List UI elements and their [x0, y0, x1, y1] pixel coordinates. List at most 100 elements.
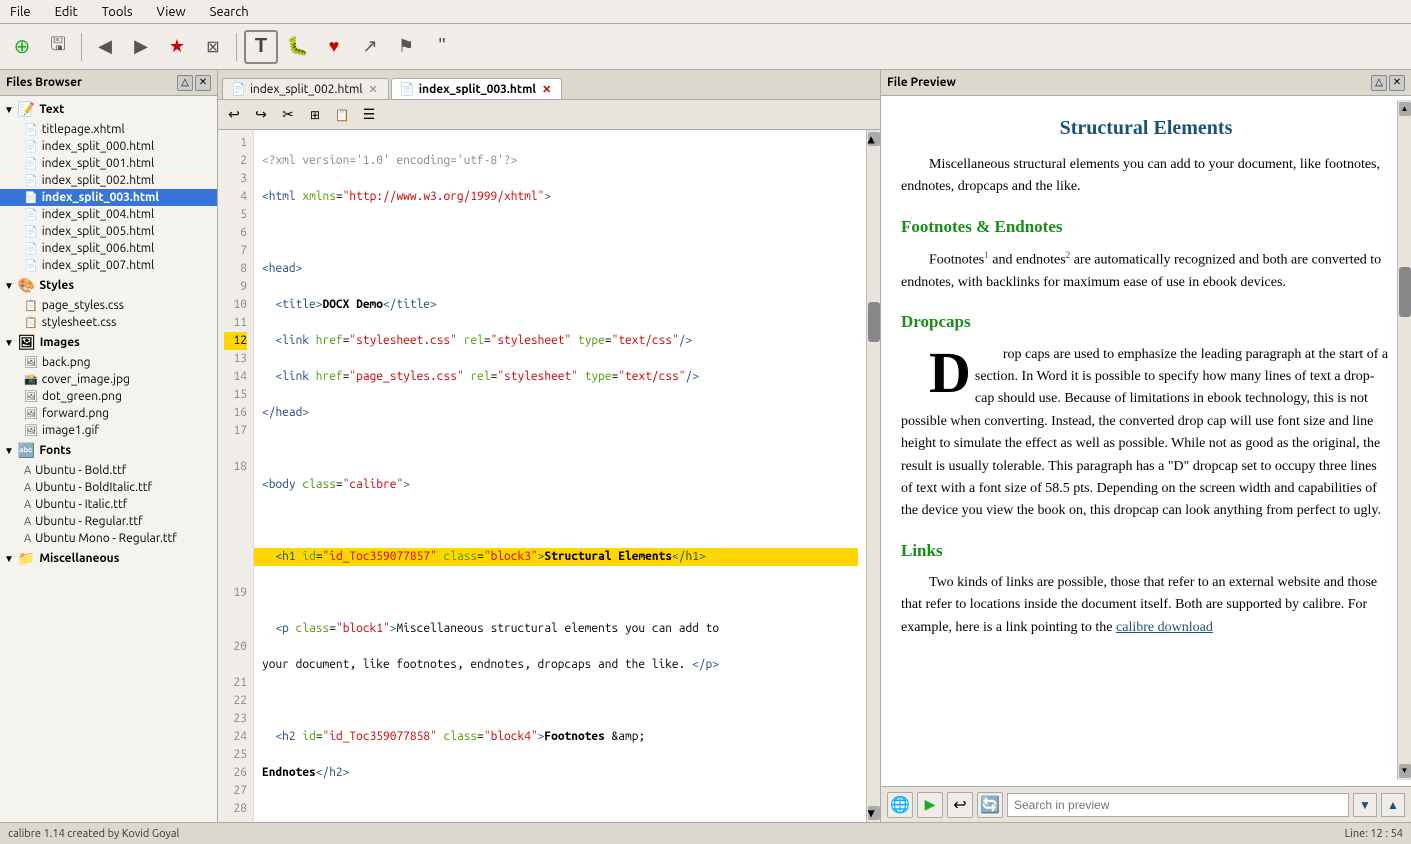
- preview-scroll-down[interactable]: ▼: [1399, 764, 1411, 778]
- section-misc-icon: 📁: [18, 550, 35, 567]
- scroll-thumb[interactable]: [868, 302, 880, 342]
- forward-button[interactable]: ▶: [125, 31, 157, 63]
- section-fonts-header[interactable]: ▼ 🔤 Fonts: [0, 439, 217, 462]
- file-name: cover_image.jpg: [42, 373, 130, 386]
- file-icon: 🖼: [24, 424, 38, 437]
- back-button[interactable]: ◀: [89, 31, 121, 63]
- file-back-png[interactable]: 🖼 back.png: [0, 354, 217, 371]
- font-ubuntu-regular[interactable]: A Ubuntu - Regular.ttf: [0, 513, 217, 530]
- preview-search-input[interactable]: [1007, 793, 1349, 817]
- menu-search[interactable]: Search: [204, 3, 255, 21]
- scroll-up-btn[interactable]: ▲: [868, 132, 880, 146]
- font-ubuntu-bold[interactable]: A Ubuntu - Bold.ttf: [0, 462, 217, 479]
- add-button[interactable]: ⊕: [6, 31, 38, 63]
- preview-search-down-btn[interactable]: ▼: [1353, 793, 1377, 817]
- preview-scrollbar[interactable]: ▲ ▼: [1397, 100, 1411, 780]
- menu-view[interactable]: View: [151, 3, 192, 21]
- file-name: Ubuntu Mono - Regular.ttf: [35, 532, 177, 545]
- status-left: calibre 1.14 created by Kovid Goyal: [8, 828, 179, 840]
- preview-back-btn[interactable]: 🌐: [887, 792, 913, 818]
- file-icon: 🖼: [24, 390, 38, 403]
- file-icon: 📄: [24, 242, 38, 255]
- text-button[interactable]: T: [244, 30, 278, 64]
- file-index-000[interactable]: 📄 index_split_000.html: [0, 138, 217, 155]
- file-cover-image[interactable]: 📸 cover_image.jpg: [0, 371, 217, 388]
- preview-search-up-btn[interactable]: ▲: [1381, 793, 1405, 817]
- bug-button[interactable]: 🐛: [282, 31, 314, 63]
- section-fonts-label: Fonts: [39, 444, 71, 457]
- close-button[interactable]: ⊠: [197, 31, 229, 63]
- file-index-004[interactable]: 📄 index_split_004.html: [0, 206, 217, 223]
- file-index-003[interactable]: 📄 index_split_003.html: [0, 189, 217, 206]
- panel-close-btn[interactable]: ✕: [195, 75, 211, 91]
- file-index-001[interactable]: 📄 index_split_001.html: [0, 155, 217, 172]
- panel-expand-btn[interactable]: △: [177, 75, 193, 91]
- file-titlepage[interactable]: 📄 titlepage.xhtml: [0, 121, 217, 138]
- file-forward-png[interactable]: 🖼 forward.png: [0, 405, 217, 422]
- tab-label: index_split_002.html: [250, 83, 363, 96]
- section-text-header[interactable]: ▼ 📝 Text: [0, 98, 217, 121]
- section-images-header[interactable]: ▼ 🖼 Images: [0, 331, 217, 354]
- calibre-download-link[interactable]: calibre download: [1116, 620, 1213, 635]
- file-index-006[interactable]: 📄 index_split_006.html: [0, 240, 217, 257]
- preview-close-btn[interactable]: ✕: [1389, 75, 1405, 91]
- preview-play-btn[interactable]: ▶: [917, 792, 943, 818]
- quote-button[interactable]: ": [426, 31, 458, 63]
- preview-heading2-dropcaps: Dropcaps: [901, 308, 1391, 335]
- file-icon: 📋: [24, 299, 38, 312]
- arrow-button[interactable]: ↗: [354, 31, 386, 63]
- file-index-002[interactable]: 📄 index_split_002.html: [0, 172, 217, 189]
- font-ubuntu-bolditalic[interactable]: A Ubuntu - BoldItalic.ttf: [0, 479, 217, 496]
- section-images-label: Images: [40, 336, 80, 349]
- section-misc-header[interactable]: ▼ 📁 Miscellaneous: [0, 547, 217, 570]
- font-icon: A: [24, 499, 31, 511]
- preview-expand-btn[interactable]: △: [1371, 75, 1387, 91]
- preview-reload-btn[interactable]: 🔄: [977, 792, 1003, 818]
- bookmark-button[interactable]: ★: [161, 31, 193, 63]
- copy-button[interactable]: ⊞: [303, 104, 327, 126]
- preview-scroll-up[interactable]: ▲: [1399, 102, 1411, 116]
- editor-scrollbar[interactable]: ▲ ▼: [866, 130, 880, 822]
- tab-index-003[interactable]: 📄 index_split_003.html ✕: [391, 78, 563, 99]
- menu-file[interactable]: File: [4, 3, 37, 21]
- file-name: Ubuntu - Regular.ttf: [35, 515, 143, 528]
- section-styles-header[interactable]: ▼ 🎨 Styles: [0, 274, 217, 297]
- file-stylesheet[interactable]: 📋 stylesheet.css: [0, 314, 217, 331]
- file-index-007[interactable]: 📄 index_split_007.html: [0, 257, 217, 274]
- file-icon: 📄: [24, 225, 38, 238]
- file-name: Ubuntu - BoldItalic.ttf: [35, 481, 152, 494]
- font-ubuntu-italic[interactable]: A Ubuntu - Italic.ttf: [0, 496, 217, 513]
- file-icon: 📸: [24, 373, 38, 386]
- font-ubuntu-mono[interactable]: A Ubuntu Mono - Regular.ttf: [0, 530, 217, 547]
- paste-button[interactable]: 📋: [330, 104, 354, 126]
- main-area: Files Browser △ ✕ ▼ 📝 Text 📄 titlepage.x…: [0, 70, 1411, 822]
- heart-button[interactable]: ♥: [318, 31, 350, 63]
- code-content[interactable]: <?xml version='1.0' encoding='utf-8'?> <…: [254, 130, 866, 822]
- file-name: index_split_000.html: [42, 140, 155, 153]
- preview-toolbar: 🌐 ▶ ↩ 🔄 ▼ ▲: [881, 786, 1411, 822]
- file-page-styles[interactable]: 📋 page_styles.css: [0, 297, 217, 314]
- preview-refresh-btn[interactable]: ↩: [947, 792, 973, 818]
- undo-button[interactable]: ↩: [222, 104, 246, 126]
- scroll-down-btn[interactable]: ▼: [868, 806, 880, 820]
- preview-back-icon: 🌐: [890, 795, 910, 815]
- tab-close-003[interactable]: ✕: [540, 83, 553, 96]
- file-index-005[interactable]: 📄 index_split_005.html: [0, 223, 217, 240]
- file-name: Ubuntu - Bold.ttf: [35, 464, 126, 477]
- line-numbers: 12345 678910 1112131415 1617 18 19 20 21…: [218, 130, 254, 822]
- tab-close-002[interactable]: ✕: [367, 83, 380, 96]
- tab-index-002[interactable]: 📄 index_split_002.html ✕: [222, 78, 389, 99]
- cut-button[interactable]: ✂: [276, 104, 300, 126]
- preview-scroll-thumb[interactable]: [1399, 267, 1411, 317]
- file-dot-green[interactable]: 🖼 dot_green.png: [0, 388, 217, 405]
- menu-tools[interactable]: Tools: [96, 3, 139, 21]
- save-button[interactable]: 🖫: [42, 31, 74, 63]
- font-icon: A: [24, 465, 31, 477]
- flag-button[interactable]: ⚑: [390, 31, 422, 63]
- format-button[interactable]: ☰: [357, 104, 381, 126]
- file-name: index_split_005.html: [42, 225, 155, 238]
- file-image1-gif[interactable]: 🖼 image1.gif: [0, 422, 217, 439]
- menu-edit[interactable]: Edit: [49, 3, 84, 21]
- file-name: back.png: [42, 356, 91, 369]
- redo-button[interactable]: ↪: [249, 104, 273, 126]
